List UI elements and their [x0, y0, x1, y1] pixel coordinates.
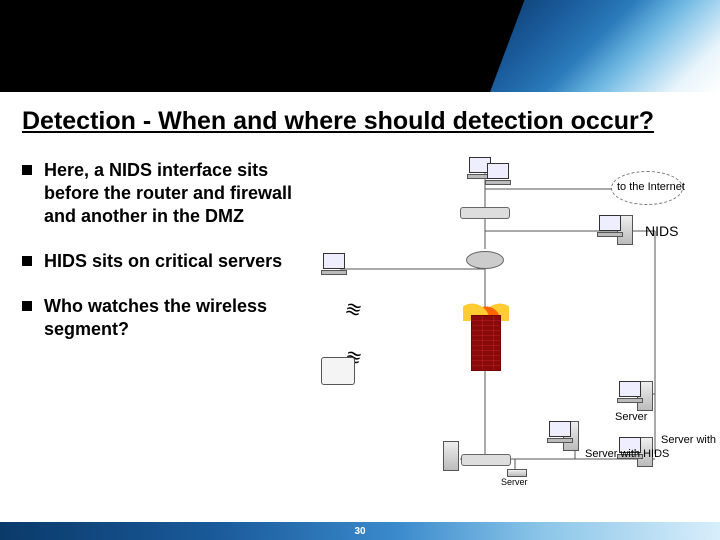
server-hids-label: Server with HIDS	[661, 435, 705, 447]
slide-footer: 30	[0, 522, 720, 540]
slide-body: Detection - When and where should detect…	[0, 92, 720, 522]
network-diagram: to the Internet NIDS ≋ ≋ Server	[315, 159, 695, 479]
workstation-icon	[319, 253, 349, 277]
firewall-icon	[471, 315, 501, 371]
device-label: Server	[501, 477, 528, 487]
slide-banner	[0, 0, 720, 92]
workstation-icon	[483, 163, 513, 187]
internet-label: to the Internet	[617, 181, 685, 193]
slide-title: Detection - When and where should detect…	[22, 106, 698, 137]
server-hids-label: Server with HIDS	[585, 449, 629, 461]
server-hids-monitor-icon	[545, 421, 575, 445]
server-monitor-icon	[615, 381, 645, 405]
server-label: Server	[615, 411, 647, 423]
hub-icon	[460, 207, 510, 219]
nids-monitor-icon	[595, 215, 625, 239]
hub-icon	[461, 454, 511, 466]
wireless-ap-icon	[321, 357, 355, 385]
server-icon	[443, 441, 459, 471]
nids-label: NIDS	[645, 223, 678, 239]
bullet-list: Here, a NIDS interface sits before the r…	[22, 159, 307, 479]
bullet-item: HIDS sits on critical servers	[22, 250, 307, 273]
bullet-item: Here, a NIDS interface sits before the r…	[22, 159, 307, 228]
page-number: 30	[354, 526, 365, 537]
banner-accent-graphic	[490, 0, 720, 92]
device-icon	[507, 469, 527, 477]
bullet-item: Who watches the wireless segment?	[22, 295, 307, 341]
